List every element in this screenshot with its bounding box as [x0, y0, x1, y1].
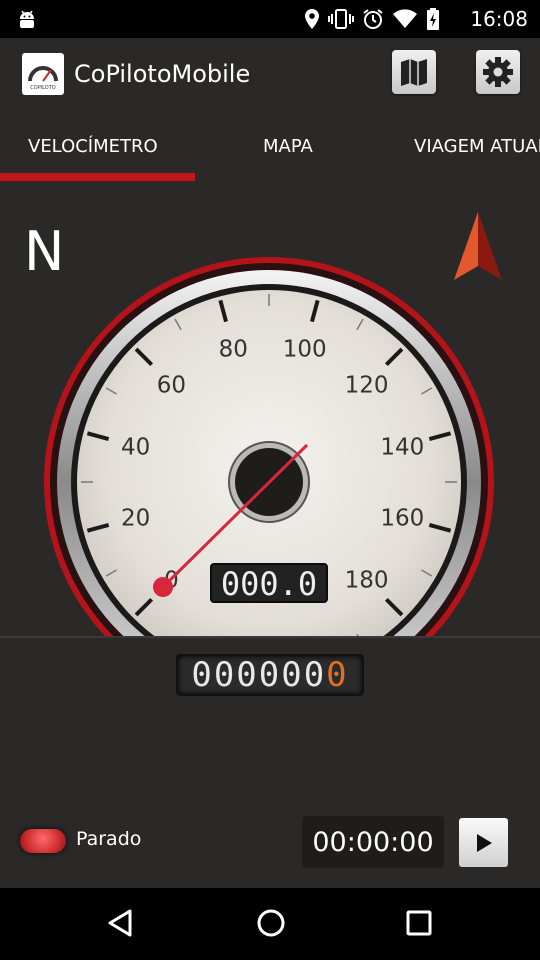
speed-display: 000.0 — [221, 565, 317, 603]
tab-mapa[interactable]: MAPA — [263, 136, 313, 157]
vibrate-icon — [328, 9, 354, 29]
home-icon[interactable] — [256, 908, 286, 938]
status-label: Parado — [76, 828, 142, 850]
tab-indicator — [0, 173, 195, 181]
gauge-label: 160 — [380, 506, 424, 532]
svg-text:COPILOTO: COPILOTO — [30, 85, 56, 91]
settings-button[interactable] — [476, 50, 520, 94]
battery-icon — [427, 8, 439, 30]
odometer-last-digit: 0 — [326, 655, 349, 695]
app-bar: COPILOTO CoPilotoMobile — [0, 38, 540, 112]
map-button[interactable] — [392, 50, 436, 94]
location-icon — [305, 9, 319, 29]
gauge-shelf — [0, 636, 540, 638]
tab-bar: VELOCÍMETRO MAPA VIAGEM ATUAL — [0, 112, 540, 182]
back-icon[interactable] — [106, 908, 134, 938]
map-icon — [401, 59, 427, 86]
gauge-label: 180 — [345, 568, 389, 594]
gauge-label: 120 — [345, 372, 389, 398]
android-icon — [20, 10, 34, 28]
speed-needle-tip — [153, 577, 173, 597]
alarm-icon — [363, 9, 383, 29]
play-button[interactable] — [459, 818, 508, 867]
recent-apps-icon[interactable] — [406, 910, 432, 936]
status-time: 16:08 — [470, 7, 528, 31]
gauge-label: 60 — [157, 372, 186, 398]
odometer-digits: 000000 — [191, 655, 327, 695]
wifi-icon — [393, 9, 417, 28]
system-nav-bar — [0, 888, 540, 960]
gauge-label: 40 — [121, 434, 150, 460]
gauge-label: 80 — [219, 337, 248, 363]
trip-timer: 00:00:00 — [302, 816, 444, 868]
gauge-label: 100 — [283, 337, 327, 363]
odometer: 000000 0 — [176, 654, 364, 696]
speedometer: 020406080100120140160180 000.0 — [44, 257, 494, 636]
status-bar: 16:08 — [0, 0, 540, 38]
gauge-label: 20 — [121, 506, 150, 532]
gear-icon — [483, 57, 513, 87]
tab-viagem-atual[interactable]: VIAGEM ATUAL — [414, 136, 540, 157]
play-icon — [477, 834, 492, 852]
gauge-label: 140 — [380, 434, 424, 460]
app-title: CoPilotoMobile — [74, 60, 251, 88]
status-indicator — [20, 829, 66, 853]
app-logo: COPILOTO — [22, 53, 64, 95]
tab-velocimetro[interactable]: VELOCÍMETRO — [28, 136, 158, 157]
